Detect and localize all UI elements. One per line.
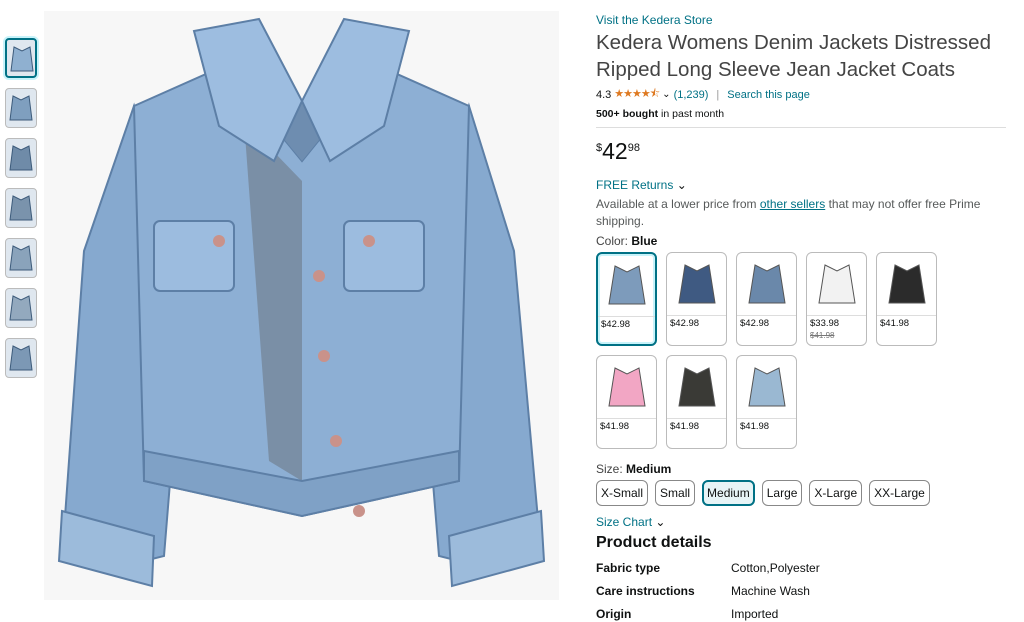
detail-value: Machine Wash [731, 584, 810, 598]
color-swatch[interactable]: $41.98 [736, 355, 797, 449]
free-returns-link[interactable]: FREE Returns ⌄ [596, 178, 687, 192]
swatch-jacket-image [598, 254, 655, 317]
size-label: Size: Medium [596, 462, 1006, 476]
color-swatch[interactable]: $41.98 [876, 252, 937, 346]
color-swatch[interactable]: $42.98 [666, 252, 727, 346]
color-swatch[interactable]: $41.98 [596, 355, 657, 449]
swatch-price: $42.98 [670, 318, 700, 329]
thumbnail-image[interactable] [5, 238, 37, 278]
swatch-price: $33.98 [810, 318, 840, 329]
size-label-text: Size: [596, 462, 627, 476]
swatch-price: $41.98 [670, 421, 700, 432]
bought-count: 500+ bought in past month [596, 108, 1006, 120]
other-sellers-link[interactable]: other sellers [760, 197, 825, 211]
color-swatch[interactable]: $42.98 [736, 252, 797, 346]
lower-price-notice: Available at a lower price from other se… [596, 196, 996, 230]
chevron-down-icon[interactable]: ⌄ [662, 89, 670, 100]
chevron-down-icon: ⌄ [676, 178, 687, 192]
swatch-jacket-image [737, 356, 796, 419]
size-chart-label: Size Chart [596, 515, 653, 529]
size-selected: Medium [626, 462, 672, 476]
bought-count-bold: 500+ bought [596, 108, 659, 120]
price-whole: 42 [602, 138, 628, 164]
thumbnail-image[interactable] [5, 88, 37, 128]
review-count-link[interactable]: (1,239) [674, 89, 709, 101]
product-main-image[interactable] [44, 11, 559, 600]
thumbnail-strip [5, 38, 39, 388]
detail-value: Cotton,Polyester [731, 561, 820, 575]
color-label: Color: Blue [596, 234, 1006, 248]
size-chart-link[interactable]: Size Chart ⌄ [596, 515, 665, 529]
swatch-jacket-image [597, 356, 656, 419]
rating-row: 4.3 ★★★★⯪ ⌄ (1,239) | Search this page [596, 85, 1006, 104]
thumbnail-image[interactable] [5, 338, 37, 378]
color-swatch[interactable]: $42.98 [596, 252, 657, 346]
divider: | [716, 88, 720, 101]
product-title: Kedera Womens Denim Jackets Distressed R… [596, 31, 991, 81]
swatch-price: $42.98 [740, 318, 770, 329]
swatch-price: $41.98 [600, 421, 630, 432]
color-swatches: $42.98 $42.98 $42.98 $33.98 $41.98 $41.98 $41.… [596, 252, 956, 458]
detail-row: Fabric type Cotton,Polyester [596, 561, 1006, 575]
thumbnail-image[interactable] [5, 188, 37, 228]
swatch-price: $42.98 [601, 319, 631, 330]
store-link[interactable]: Visit the Kedera Store [596, 13, 713, 27]
free-returns-label: FREE Returns [596, 178, 674, 192]
size-options: X-Small Small Medium Large X-Large XX-Large [596, 480, 1006, 506]
product-info-panel: Visit the Kedera Store Kedera Womens Den… [596, 11, 1006, 621]
product-details-title: Product details [596, 534, 712, 551]
product-details-table: Fabric type Cotton,Polyester Care instruct… [596, 561, 1006, 621]
color-swatch[interactable]: $33.98 $41.98 [806, 252, 867, 346]
swatch-jacket-image [667, 253, 726, 316]
chevron-down-icon: ⌄ [655, 515, 666, 529]
swatch-price: $41.98 [880, 318, 910, 329]
lower-price-prefix: Available at a lower price from [596, 197, 760, 211]
swatch-jacket-image [877, 253, 936, 316]
detail-key: Fabric type [596, 561, 661, 575]
detail-key: Origin [596, 607, 632, 621]
color-swatch[interactable]: $41.98 [666, 355, 727, 449]
detail-row: Care instructions Machine Wash [596, 584, 1006, 598]
price-fraction: 98 [627, 142, 640, 154]
swatch-jacket-image [737, 253, 796, 316]
price: $ 42 98 [596, 138, 1006, 164]
swatch-jacket-image [667, 356, 726, 419]
star-rating-icon[interactable]: ★★★★⯪ [614, 85, 660, 104]
detail-row: Origin Imported [596, 607, 1006, 621]
denim-jacket-illustration [57, 17, 546, 588]
swatch-was-price: $41.98 [810, 331, 835, 340]
thumbnail-image[interactable] [5, 138, 37, 178]
size-option[interactable]: XX-Large [869, 480, 930, 506]
color-label-text: Color: [596, 234, 632, 248]
size-option[interactable]: X-Small [596, 480, 649, 506]
bought-count-rest: in past month [658, 108, 725, 120]
detail-value: Imported [731, 607, 779, 621]
color-selected: Blue [631, 234, 658, 248]
search-page-link[interactable]: Search this page [727, 89, 810, 101]
size-option[interactable]: Small [655, 480, 696, 506]
size-option[interactable]: Large [761, 480, 803, 506]
swatch-price: $41.98 [740, 421, 770, 432]
thumbnail-image[interactable] [5, 288, 37, 328]
size-option[interactable]: X-Large [809, 480, 863, 506]
detail-key: Care instructions [596, 584, 695, 598]
thumbnail-image[interactable] [5, 38, 37, 78]
divider [596, 127, 1006, 128]
rating-value: 4.3 [596, 88, 612, 101]
swatch-jacket-image [807, 253, 866, 316]
size-option[interactable]: Medium [702, 480, 755, 506]
